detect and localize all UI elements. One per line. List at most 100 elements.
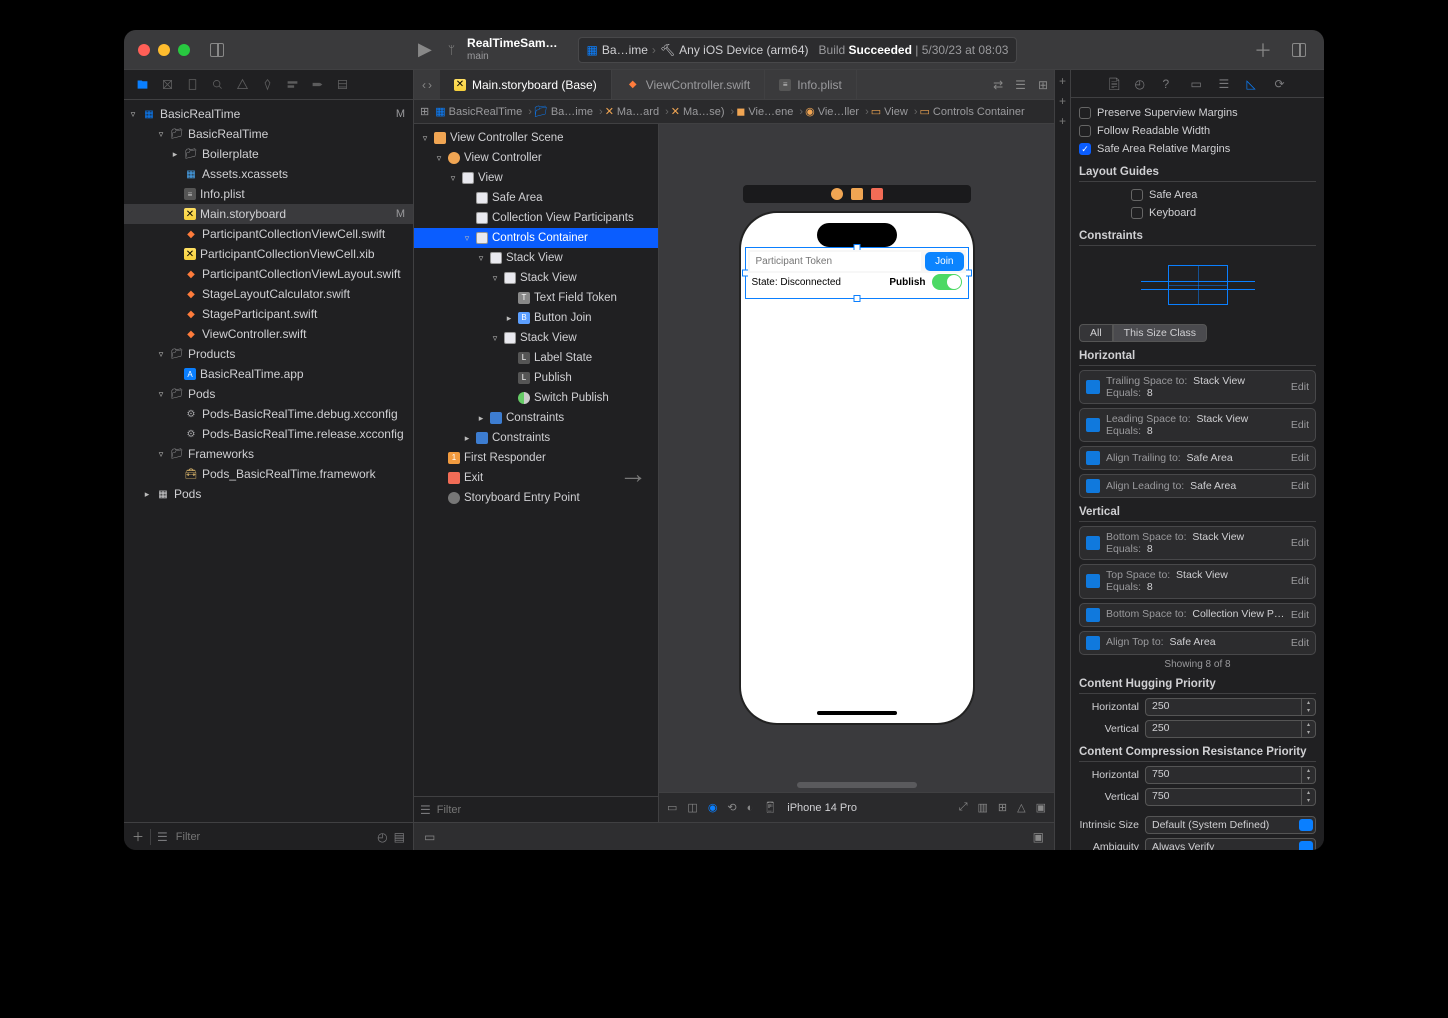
tree-row[interactable]: ▿ 📁︎ Products <box>124 344 413 364</box>
jump-segment[interactable]: ◉ Vie…ller <box>805 105 869 118</box>
outline-row[interactable]: ▸ Constraints <box>414 428 658 448</box>
add-target-button[interactable]: ＋ <box>132 828 144 845</box>
tab-this-size-class[interactable]: This Size Class <box>1113 324 1207 342</box>
edit-constraint-button[interactable]: Edit <box>1291 637 1309 649</box>
chp-horizontal-field[interactable]: 250▴▾ <box>1145 698 1316 716</box>
console-toggle-icon[interactable]: ▣ <box>1033 830 1044 844</box>
adjust-editor-icon[interactable]: ☰ <box>1009 78 1032 92</box>
constraint-row[interactable]: Trailing Space to: Stack View Equals: 8 … <box>1079 370 1316 404</box>
outline-row[interactable]: Collection View Participants <box>414 208 658 228</box>
readable-width-checkbox[interactable] <box>1079 125 1091 137</box>
device-label[interactable]: iPhone 14 Pro <box>787 802 857 814</box>
tree-row[interactable]: ◆ ParticipantCollectionViewCell.swift <box>124 224 413 244</box>
selected-view-controls-container[interactable]: Join State: Disconnected Publish <box>745 247 969 299</box>
identity-inspector-icon[interactable]: ▭ <box>1191 77 1205 91</box>
runtime-icon[interactable]: ◉ <box>708 801 718 814</box>
constraint-row[interactable]: Bottom Space to: Collection View P… Edit <box>1079 603 1316 627</box>
constraint-row[interactable]: Leading Space to: Stack View Equals: 8 E… <box>1079 408 1316 442</box>
outline-row[interactable]: T Text Field Token <box>414 288 658 308</box>
scheme-destination-pill[interactable]: ▦ Ba…ime › 🔨︎ Any iOS Device (arm64) Bui… <box>578 37 1018 63</box>
tree-row[interactable]: A BasicRealTime.app <box>124 364 413 384</box>
help-inspector-icon[interactable]: ? <box>1163 77 1177 91</box>
size-inspector-icon[interactable]: ◺ <box>1247 77 1261 91</box>
outline-row[interactable]: ▿ View Controller <box>414 148 658 168</box>
tree-row[interactable]: ▿ 📁︎ BasicRealTime <box>124 124 413 144</box>
tree-row[interactable]: ◆ ParticipantCollectionViewLayout.swift <box>124 264 413 284</box>
jump-segment[interactable]: ◼ Vie…ene <box>736 105 803 118</box>
align-icon[interactable]: ▥ <box>978 801 988 814</box>
reports-navigator-icon[interactable] <box>336 78 349 91</box>
breakpoint-navigator-icon[interactable] <box>311 78 324 91</box>
tree-row[interactable]: ✕ Main.storyboard M <box>124 204 413 224</box>
chp-vertical-field[interactable]: 250▴▾ <box>1145 720 1316 738</box>
related-items-icon[interactable]: ⇄ <box>987 78 1009 92</box>
tree-row[interactable]: ✕ ParticipantCollectionViewCell.xib <box>124 244 413 264</box>
keyboard-guide-checkbox[interactable] <box>1131 207 1143 219</box>
resolve-icon[interactable]: △ <box>1017 801 1025 814</box>
vc-dock-icon[interactable] <box>831 188 843 200</box>
jump-segment[interactable]: 📁︎ Ba…ime <box>534 105 603 118</box>
debug-navigator-icon[interactable] <box>286 78 299 91</box>
pin-icon[interactable]: ⊞ <box>998 801 1007 814</box>
constraint-row[interactable]: Align Trailing to: Safe Area Edit <box>1079 446 1316 470</box>
jump-segment[interactable]: ✕ Ma…se) <box>671 105 734 118</box>
navigator-toggle-icon[interactable] <box>210 43 224 57</box>
zoom-icon[interactable] <box>178 44 190 56</box>
orientation-icon[interactable]: ⟲ <box>727 801 736 814</box>
project-navigator-icon[interactable] <box>136 78 149 91</box>
project-tree[interactable]: ▿ ▦ BasicRealTime M ▿ 📁︎ BasicRealTime ▸… <box>124 100 413 822</box>
tab[interactable]: ✕Main.storyboard (Base) <box>440 70 612 99</box>
outline-row[interactable]: Safe Area <box>414 188 658 208</box>
outline-row[interactable]: L Label State <box>414 348 658 368</box>
issue-navigator-icon[interactable] <box>236 78 249 91</box>
attributes-inspector-icon[interactable]: ☰ <box>1219 77 1233 91</box>
minimize-icon[interactable] <box>158 44 170 56</box>
add-constraint-icon[interactable]: + <box>1059 94 1066 108</box>
jump-segment[interactable]: ▦ BasicRealTime <box>435 105 532 118</box>
jump-segment[interactable]: ▭ Controls Container <box>919 105 1024 118</box>
mode-icon[interactable]: ◐ <box>747 802 754 814</box>
jump-bar[interactable]: ⊞ ▦ BasicRealTime📁︎ Ba…ime✕ Ma…ard✕ Ma…s… <box>414 100 1054 124</box>
edit-constraint-button[interactable]: Edit <box>1291 381 1309 393</box>
outline-row[interactable]: ▿ View Controller Scene <box>414 128 658 148</box>
file-inspector-icon[interactable]: 📄︎ <box>1107 77 1121 91</box>
edit-constraint-button[interactable]: Edit <box>1291 575 1309 587</box>
embed-icon[interactable]: ▣ <box>1036 801 1046 814</box>
tab[interactable]: ≡Info.plist <box>765 70 857 99</box>
ccrp-horizontal-field[interactable]: 750▴▾ <box>1145 766 1316 784</box>
add-editor-icon[interactable]: ⊞ <box>1032 78 1054 92</box>
horizontal-scrollbar[interactable] <box>797 782 917 788</box>
tree-row[interactable]: ≡ Info.plist <box>124 184 413 204</box>
back-button[interactable]: ‹ <box>422 78 426 92</box>
navigator-filter-input[interactable] <box>174 830 371 844</box>
inspector-body[interactable]: Preserve Superview Margins Follow Readab… <box>1071 98 1324 850</box>
add-constraint-icon[interactable]: + <box>1059 74 1066 88</box>
outline-toggle-icon[interactable]: ▭ <box>667 801 677 814</box>
tree-row[interactable]: 🧰︎ Pods_BasicRealTime.framework <box>124 464 413 484</box>
scm-filter-icon[interactable]: ▤ <box>394 830 405 844</box>
tab-all[interactable]: All <box>1079 324 1113 342</box>
edit-constraint-button[interactable]: Edit <box>1291 480 1309 492</box>
find-navigator-icon[interactable] <box>211 78 224 91</box>
intrinsic-size-select[interactable]: Default (System Defined) <box>1145 816 1316 834</box>
scene-dock[interactable] <box>743 185 971 203</box>
outline-filter-input[interactable] <box>435 803 652 817</box>
debug-toggle-icon[interactable]: ▭ <box>424 830 435 844</box>
ccrp-vertical-field[interactable]: 750▴▾ <box>1145 788 1316 806</box>
constraint-row[interactable]: Align Leading to: Safe Area Edit <box>1079 474 1316 498</box>
assistant-icon[interactable]: ◫ <box>687 801 697 814</box>
zoom-icon[interactable]: ⤢ <box>959 801 968 814</box>
tree-row[interactable]: ▸ ▦ Pods <box>124 484 413 504</box>
run-button[interactable]: ▶︎ <box>418 39 432 60</box>
ambiguity-select[interactable]: Always Verify <box>1145 838 1316 851</box>
outline-row[interactable]: ▿ Controls Container <box>414 228 658 248</box>
bookmarks-navigator-icon[interactable] <box>186 78 199 91</box>
jump-segment[interactable]: ✕ Ma…ard <box>605 105 669 118</box>
outline-row[interactable]: ▿ View <box>414 168 658 188</box>
edit-constraint-button[interactable]: Edit <box>1291 537 1309 549</box>
add-button[interactable]: ＋ <box>1254 37 1272 63</box>
constraints-visualization[interactable] <box>1079 250 1316 320</box>
clock-icon[interactable]: ◴ <box>377 830 387 844</box>
outline-row[interactable]: ▸ Constraints <box>414 408 658 428</box>
edit-constraint-button[interactable]: Edit <box>1291 419 1309 431</box>
